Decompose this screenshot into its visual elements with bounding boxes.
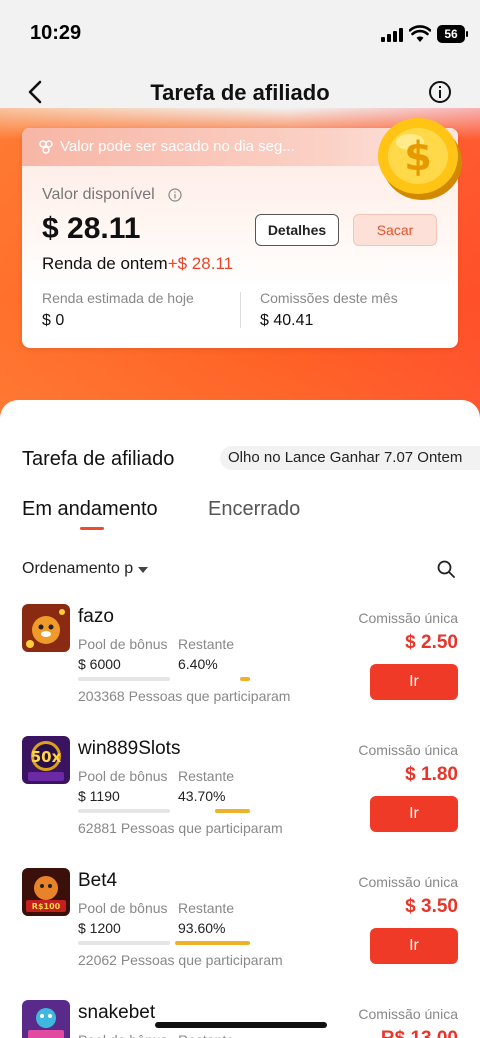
participants-count: 62881 Pessoas que participaram [78, 820, 283, 836]
search-icon[interactable] [437, 560, 455, 578]
notice-text: Valor pode ser sacado no dia seg... [60, 138, 295, 155]
task-row: 50x win889Slots Pool de bônus Restante $… [0, 736, 480, 868]
pool-label: Pool de bônus [78, 1032, 168, 1038]
remaining-fill [175, 941, 250, 945]
participants-count: 22062 Pessoas que participaram [78, 952, 283, 968]
remaining-bar [170, 941, 250, 945]
nav-bar: Tarefa de afiliado [0, 70, 480, 114]
month-commission-label: Comissões deste mês [260, 290, 398, 306]
remaining-fill [240, 677, 250, 681]
progress-track [78, 677, 170, 681]
tab-closed[interactable]: Encerrado [208, 498, 300, 521]
available-value: $ 28.11 [42, 212, 141, 245]
commission-value: $ 1.80 [405, 764, 458, 785]
pool-value: $ 1200 [78, 920, 121, 936]
commission-label: Comissão única [358, 1006, 458, 1022]
tiger-bet-icon: R$100 [22, 868, 70, 916]
section-title: Tarefa de afiliado [22, 448, 175, 470]
status-time: 10:29 [30, 22, 82, 44]
slots-50x-icon: 50x [22, 736, 70, 784]
participants-count: 203368 Pessoas que participaram [78, 688, 291, 704]
home-indicator [155, 1022, 327, 1028]
tab-in-progress[interactable]: Em andamento [22, 498, 158, 521]
signal-icon [381, 28, 405, 42]
remaining-value: 93.60% [178, 920, 226, 936]
remaining-label: Restante [178, 900, 235, 916]
svg-text:$: $ [404, 134, 432, 180]
remaining-label: Restante [178, 636, 235, 652]
remaining-value: 43.70% [178, 788, 226, 804]
ticker-banner: Olho no Lance Ganhar 7.07 Ontem [220, 446, 480, 470]
wifi-icon [409, 25, 431, 42]
remaining-value: 6.40% [178, 656, 218, 672]
divider [240, 292, 241, 328]
pool-label: Pool de bônus [78, 636, 168, 652]
remaining-fill [215, 809, 250, 813]
remaining-bar [170, 809, 250, 813]
yesterday-income: Renda de ontem+$ 28.11 [42, 254, 233, 274]
task-name: win889Slots [78, 738, 181, 759]
remaining-label: Restante [178, 768, 235, 784]
task-name: fazo [78, 606, 114, 627]
task-row: fazo Pool de bônus Restante $ 6000 6.40%… [0, 604, 480, 736]
progress-track [78, 809, 170, 813]
commission-label: Comissão única [358, 874, 458, 890]
sort-dropdown[interactable]: Ordenamento p [22, 560, 133, 578]
pool-label: Pool de bônus [78, 900, 168, 916]
yesterday-label: Renda de ontem [42, 254, 168, 273]
month-commission-value: $ 40.41 [260, 312, 314, 329]
remaining-bar [170, 677, 250, 681]
gold-coin-icon: $ [378, 118, 462, 200]
progress-track [78, 941, 170, 945]
go-button[interactable]: Ir [370, 664, 458, 700]
pool-value: $ 1190 [78, 788, 120, 804]
task-row: R$100 Bet4 Pool de bônus Restante $ 1200… [0, 868, 480, 1000]
svg-text:50x: 50x [31, 748, 62, 766]
go-button[interactable]: Ir [370, 928, 458, 964]
commission-value: $ 2.50 [405, 632, 458, 653]
commission-value: $ 3.50 [405, 896, 458, 917]
task-row: snakebet Pool de bônus Restante Comissão… [0, 1000, 480, 1038]
tiger-game-icon [22, 604, 70, 652]
go-button[interactable]: Ir [370, 796, 458, 832]
snake-game-icon [22, 1000, 70, 1038]
status-bar: 10:29 56 [0, 0, 480, 70]
remaining-label: Restante [178, 1032, 234, 1038]
task-name: Bet4 [78, 870, 118, 891]
withdraw-button[interactable]: Sacar [353, 214, 437, 246]
commission-value: R$ 13.00 [381, 1028, 458, 1038]
caret-down-icon [138, 567, 148, 573]
today-estimate-value: $ 0 [42, 312, 65, 329]
battery-icon: 56 [437, 25, 468, 43]
pool-value: $ 6000 [78, 656, 121, 672]
pool-label: Pool de bônus [78, 768, 168, 784]
available-label: Valor disponível [42, 186, 155, 203]
details-button[interactable]: Detalhes [255, 214, 339, 246]
svg-text:R$100: R$100 [32, 902, 61, 911]
commission-label: Comissão única [358, 742, 458, 758]
today-estimate-label: Renda estimada de hoje [42, 290, 194, 306]
page-title: Tarefa de afiliado [150, 80, 330, 105]
yesterday-value: +$ 28.11 [167, 254, 234, 273]
info-icon[interactable] [428, 80, 452, 104]
tab-active-indicator [80, 527, 104, 530]
task-name: snakebet [78, 1002, 156, 1023]
notice-icon [39, 140, 53, 154]
info-icon[interactable] [168, 188, 182, 202]
commission-label: Comissão única [358, 610, 458, 626]
